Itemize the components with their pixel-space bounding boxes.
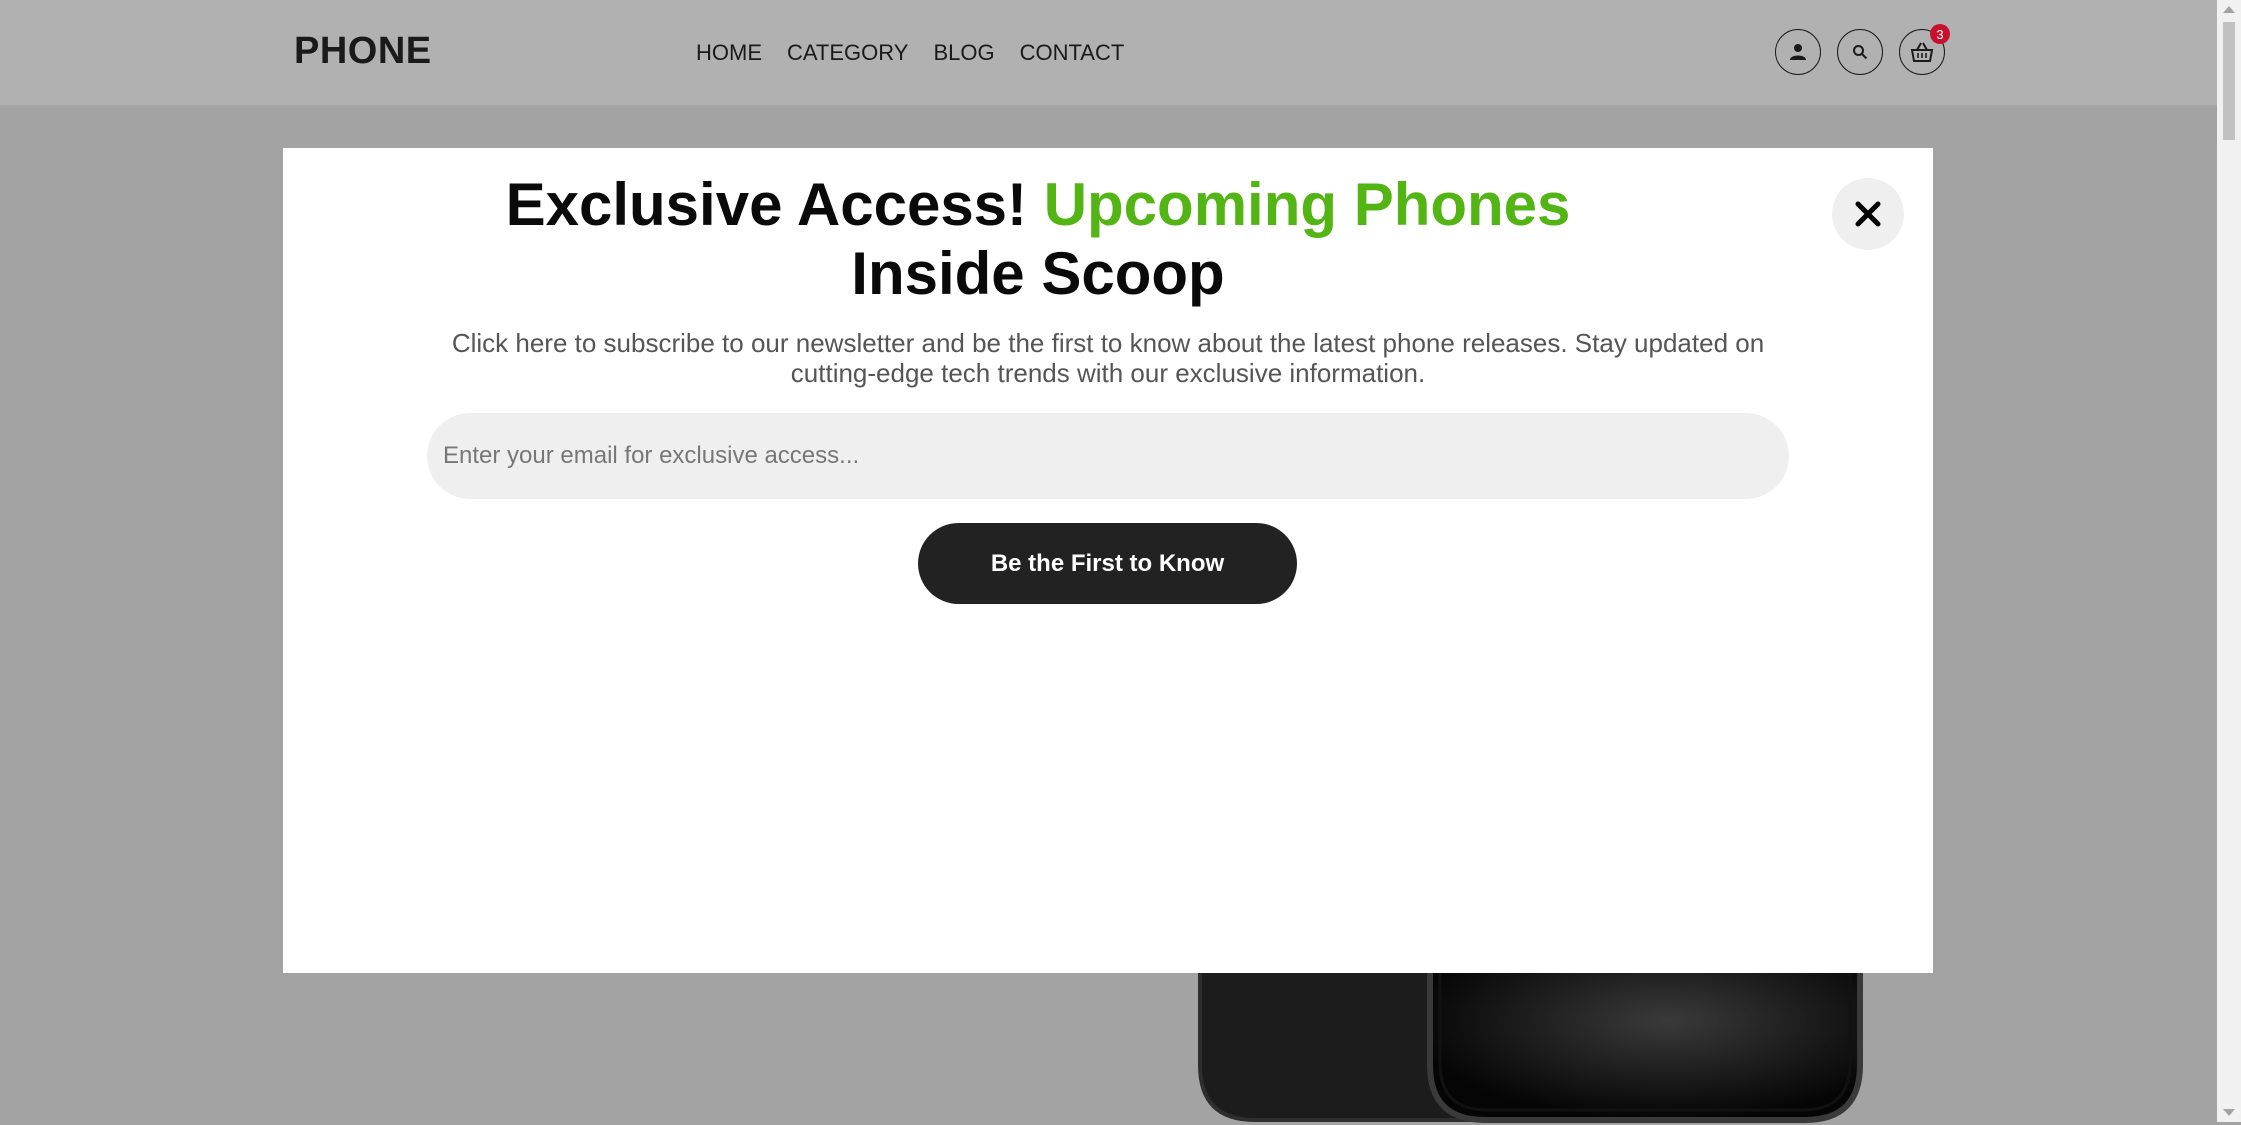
nav-contact[interactable]: CONTACT — [1020, 40, 1125, 66]
page-scrollbar[interactable] — [2217, 0, 2241, 1122]
cart-button[interactable]: 3 — [1899, 24, 1950, 75]
site-header: PHONE HOME CATEGORY BLOG CONTACT 3 — [0, 0, 2217, 105]
hero-phones-image — [1198, 955, 1863, 1123]
search-icon — [1853, 45, 1868, 60]
search-button[interactable] — [1837, 29, 1883, 75]
nav-blog[interactable]: BLOG — [933, 40, 994, 66]
modal-title: Exclusive Access! Upcoming Phones Inside… — [413, 170, 1663, 308]
subscribe-button[interactable]: Be the First to Know — [918, 523, 1297, 604]
scroll-up-arrow-icon[interactable] — [2223, 6, 2235, 13]
main-nav: HOME CATEGORY BLOG CONTACT — [696, 40, 1124, 66]
nav-category[interactable]: CATEGORY — [787, 40, 908, 66]
title-part-2: Inside Scoop — [851, 240, 1225, 307]
title-accent: Upcoming Phones — [1043, 171, 1571, 238]
nav-home[interactable]: HOME — [696, 40, 762, 66]
cart-count-badge: 3 — [1930, 24, 1950, 44]
newsletter-modal: Exclusive Access! Upcoming Phones Inside… — [283, 148, 1933, 973]
modal-description: Click here to subscribe to our newslette… — [451, 328, 1765, 388]
user-icon — [1790, 44, 1806, 60]
cart-basket-icon — [1910, 42, 1934, 62]
account-button[interactable] — [1775, 29, 1821, 75]
site-logo[interactable]: PHONE — [294, 30, 432, 73]
scroll-thumb[interactable] — [2223, 22, 2235, 140]
scroll-down-arrow-icon[interactable] — [2223, 1109, 2235, 1116]
close-modal-button[interactable] — [1832, 178, 1904, 250]
close-icon — [1855, 201, 1881, 227]
email-input[interactable] — [427, 413, 1789, 499]
title-part-1: Exclusive Access! — [505, 171, 1044, 238]
